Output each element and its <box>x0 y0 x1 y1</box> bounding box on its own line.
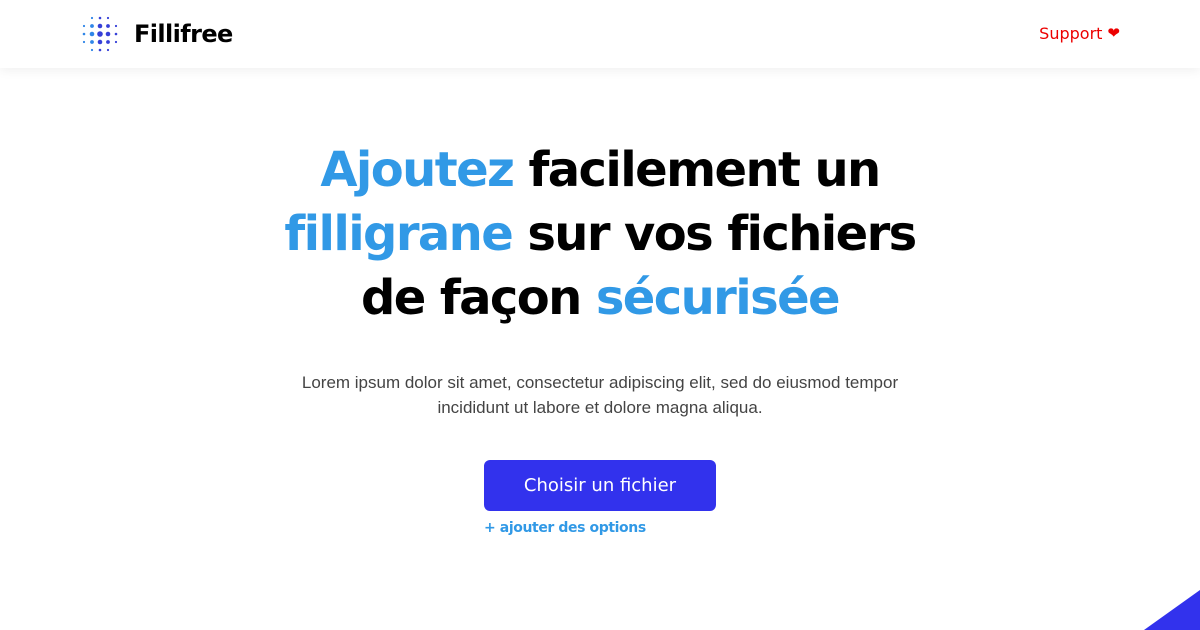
logo-dot <box>98 48 102 52</box>
logo-dot <box>90 48 94 52</box>
logo-dot <box>97 39 103 45</box>
add-options-link[interactable]: + ajouter des options <box>484 520 646 536</box>
corner-triangle <box>1144 590 1200 630</box>
upload-actions: Choisir un fichier + ajouter des options <box>484 460 716 537</box>
headline-line-1: Ajoutez facilement un <box>0 138 1200 202</box>
logo-dot <box>98 16 102 20</box>
brand-home-link[interactable]: Fillifree <box>80 14 233 54</box>
headline-text-2: sur vos fichiers <box>512 206 917 262</box>
logo-dot <box>106 24 110 28</box>
landing-page: Fillifree Support ❤ Ajoutez facilement u… <box>0 0 1200 630</box>
logo-dot <box>90 24 94 28</box>
headline-text-3: de façon <box>361 270 596 326</box>
headline-accent-securisee: sécurisée <box>595 270 841 326</box>
logo-dot <box>90 40 94 44</box>
logo-dot <box>114 32 118 36</box>
subtitle-line-1: Lorem ipsum dolor sit amet, consectetur … <box>301 373 899 392</box>
dotted-circle-logo-icon <box>82 16 118 52</box>
heart-icon: ❤ <box>1107 24 1120 42</box>
subtitle-line-2: incididunt ut labore et dolore magna ali… <box>437 398 763 417</box>
support-link[interactable]: Support ❤ <box>1039 21 1120 45</box>
logo-dot <box>106 48 110 52</box>
hero-headline: Ajoutez facilement un filligrane sur vos… <box>0 138 1200 330</box>
logo-dot <box>106 40 110 44</box>
top-navbar: Fillifree Support ❤ <box>0 0 1200 68</box>
logo-dot <box>97 31 103 37</box>
logo-dot <box>89 31 95 37</box>
corner-decoration <box>1144 590 1200 630</box>
hero-section: Ajoutez facilement un filligrane sur vos… <box>0 138 1200 537</box>
headline-line-3: de façon sécurisée <box>0 266 1200 330</box>
logo-dot <box>82 40 86 44</box>
choose-file-button[interactable]: Choisir un fichier <box>484 460 716 511</box>
logo-dot <box>82 24 86 28</box>
logo-dot <box>105 31 111 37</box>
hero-subtitle: Lorem ipsum dolor sit amet, consectetur … <box>250 370 950 420</box>
headline-accent-ajoutez: Ajoutez <box>320 142 515 198</box>
support-label: Support <box>1039 23 1103 43</box>
brand-name: Fillifree <box>134 20 233 48</box>
logo-dot <box>90 16 94 20</box>
headline-text-1: facilement un <box>513 142 881 198</box>
headline-accent-filligrane: filligrane <box>284 206 513 262</box>
logo-dot <box>114 24 118 28</box>
logo-dot <box>97 23 103 29</box>
logo-dot <box>106 16 110 20</box>
headline-line-2: filligrane sur vos fichiers <box>0 202 1200 266</box>
logo-dot <box>82 32 86 36</box>
logo-dot <box>114 40 118 44</box>
